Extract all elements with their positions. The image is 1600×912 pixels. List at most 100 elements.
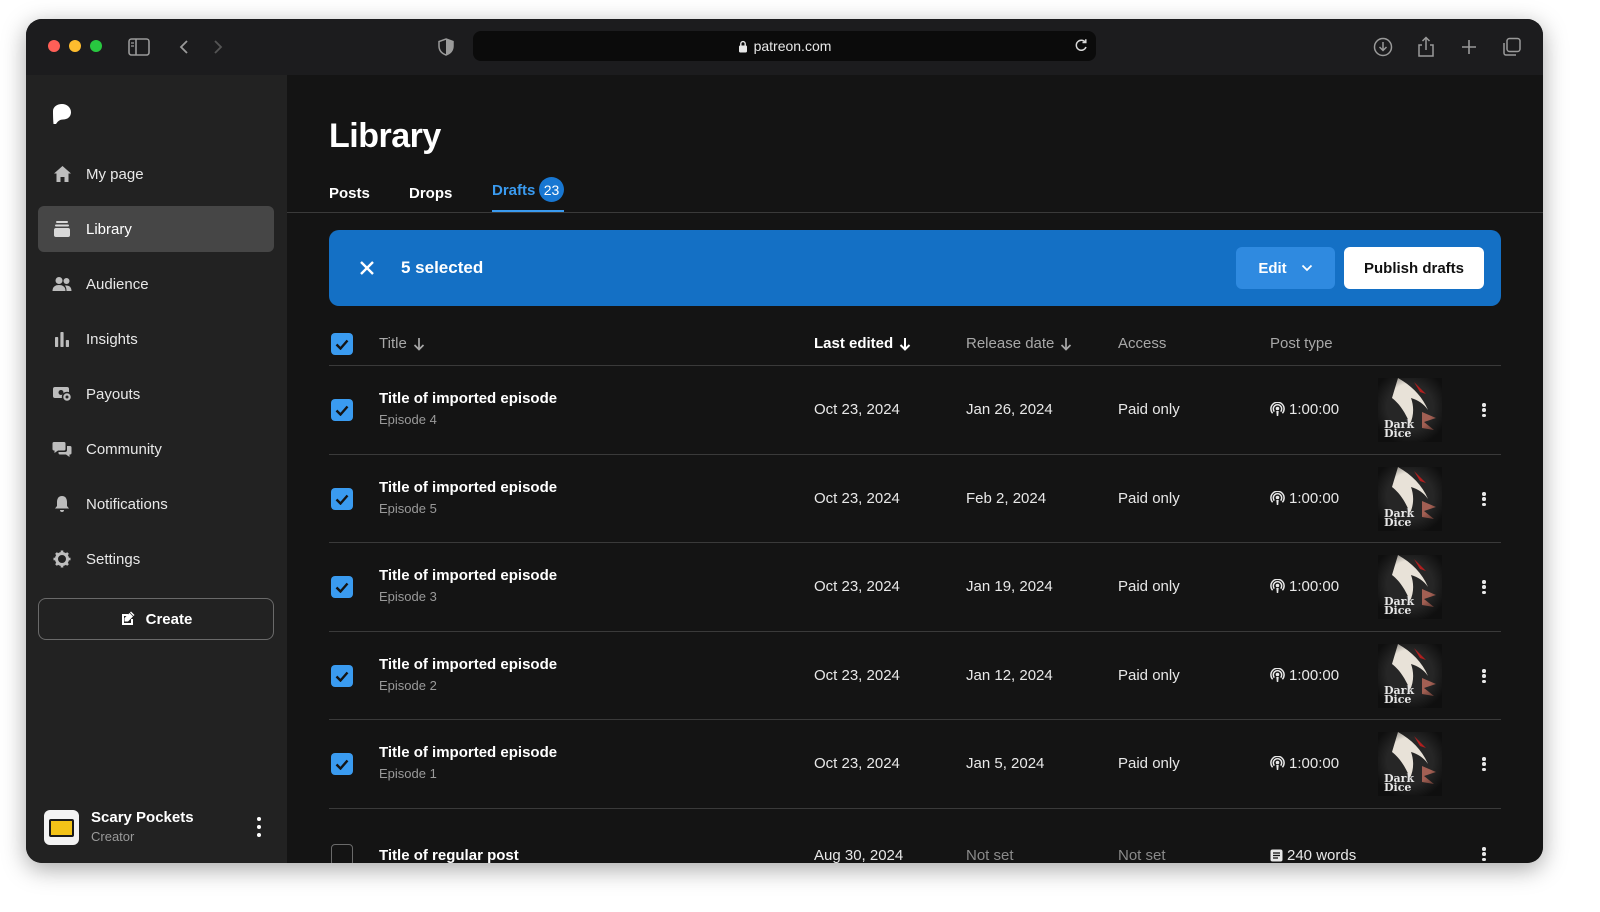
bell-icon [52, 494, 72, 514]
row-post-type-label: 1:00:00 [1289, 578, 1340, 595]
reload-icon[interactable] [1074, 38, 1088, 53]
close-window-button[interactable] [48, 40, 60, 52]
new-tab-icon[interactable] [1457, 35, 1481, 59]
address-bar[interactable]: patreon.com [473, 31, 1096, 61]
clear-selection-icon[interactable] [356, 257, 378, 279]
create-label: Create [145, 610, 193, 628]
thumbnail-label: Dark Dice [1384, 684, 1415, 706]
row-menu-icon[interactable] [1482, 580, 1486, 594]
sidebar-toggle-icon[interactable] [127, 35, 151, 59]
selection-count: 5 selected [401, 258, 484, 277]
row-menu-icon[interactable] [1482, 847, 1486, 861]
tab-overview-icon[interactable] [1500, 35, 1524, 59]
row-checkbox[interactable] [331, 488, 353, 510]
row-checkbox[interactable] [331, 665, 353, 687]
column-header-access[interactable]: Access [1118, 335, 1166, 352]
table-row[interactable]: Title of imported episode Episode 3 Oct 23… [329, 542, 1501, 630]
column-header-last-edited[interactable]: Last edited [814, 335, 911, 352]
row-subtitle: Episode 1 [379, 766, 437, 781]
sidebar-item-my-page[interactable]: My page [38, 151, 274, 197]
shield-icon[interactable] [434, 35, 458, 59]
row-access: Paid only [1118, 490, 1180, 507]
sidebar-item-settings[interactable]: Settings [38, 536, 274, 582]
forward-icon[interactable] [206, 35, 230, 59]
row-menu-icon[interactable] [1482, 403, 1486, 417]
episode-thumbnail[interactable]: Dark Dice [1378, 378, 1442, 442]
table-row[interactable]: Title of imported episode Episode 5 Oct 23… [329, 454, 1501, 542]
library-icon [52, 219, 72, 239]
row-title[interactable]: Title of imported episode [379, 390, 557, 407]
sidebar-item-label: My page [86, 165, 144, 183]
column-header-post-type[interactable]: Post type [1270, 335, 1333, 352]
sidebar-item-audience[interactable]: Audience [38, 261, 274, 307]
row-title[interactable]: Title of imported episode [379, 479, 557, 496]
column-header-release-date[interactable]: Release date [966, 335, 1072, 352]
minimize-window-button[interactable] [69, 40, 81, 52]
edit-label: Edit [1258, 259, 1287, 277]
sidebar-item-notifications[interactable]: Notifications [38, 481, 274, 527]
table-row[interactable]: Title of imported episode Episode 2 Oct 23… [329, 631, 1501, 719]
row-checkbox[interactable] [331, 399, 353, 421]
episode-thumbnail[interactable]: Dark Dice [1378, 732, 1442, 796]
row-title[interactable]: Title of regular post [379, 847, 519, 863]
edit-dropdown-button[interactable]: Edit [1236, 247, 1335, 289]
row-last-edited: Oct 23, 2024 [814, 401, 900, 418]
tab-drafts[interactable]: Drafts [492, 182, 535, 199]
tab-posts[interactable]: Posts [329, 185, 370, 202]
row-title[interactable]: Title of imported episode [379, 744, 557, 761]
row-release-date: Not set [966, 847, 1014, 863]
sidebar-item-label: Payouts [86, 385, 141, 403]
table-row[interactable]: Title of regular post Aug 30, 2024 Not set… [329, 808, 1501, 863]
tab-drops[interactable]: Drops [409, 185, 452, 202]
patreon-logo-icon[interactable] [52, 103, 72, 130]
row-access: Paid only [1118, 578, 1180, 595]
row-checkbox[interactable] [331, 844, 353, 863]
row-menu-icon[interactable] [1482, 669, 1486, 683]
profile-card[interactable]: Scary Pockets Creator [44, 809, 269, 845]
row-release-date: Jan 19, 2024 [966, 578, 1053, 595]
select-all-checkbox[interactable] [331, 333, 353, 355]
page-title: Library [329, 117, 441, 155]
row-post-type-label: 1:00:00 [1289, 755, 1340, 772]
sidebar-item-payouts[interactable]: Payouts [38, 371, 274, 417]
episode-thumbnail[interactable]: Dark Dice [1378, 644, 1442, 708]
sidebar-item-label: Community [86, 440, 162, 458]
column-header-title-label: Title [379, 335, 407, 352]
back-icon[interactable] [172, 35, 196, 59]
column-header-release-date-label: Release date [966, 335, 1055, 352]
sidebar-item-community[interactable]: Community [38, 426, 274, 472]
thumbnail-label: Dark Dice [1384, 595, 1415, 617]
sidebar-item-label: Insights [86, 330, 138, 348]
row-release-date: Jan 26, 2024 [966, 401, 1053, 418]
row-checkbox[interactable] [331, 753, 353, 775]
column-header-last-edited-label: Last edited [814, 335, 894, 352]
maximize-window-button[interactable] [90, 40, 102, 52]
share-icon[interactable] [1414, 35, 1438, 59]
row-title[interactable]: Title of imported episode [379, 567, 557, 584]
row-release-date: Jan 5, 2024 [966, 755, 1045, 772]
row-menu-icon[interactable] [1482, 757, 1486, 771]
community-icon [52, 439, 72, 459]
row-checkbox[interactable] [331, 576, 353, 598]
sidebar-item-library[interactable]: Library [38, 206, 274, 252]
episode-thumbnail[interactable]: Dark Dice [1378, 467, 1442, 531]
sidebar-item-insights[interactable]: Insights [38, 316, 274, 362]
drafts-count-badge: 23 [539, 177, 564, 202]
row-post-type: 1:00:00 [1270, 578, 1339, 595]
profile-menu-icon[interactable] [255, 817, 263, 837]
column-header-title[interactable]: Title [379, 335, 425, 352]
create-button[interactable]: Create [38, 598, 274, 640]
table-row[interactable]: Title of imported episode Episode 1 Oct 23… [329, 719, 1501, 807]
row-title[interactable]: Title of imported episode [379, 656, 557, 673]
publish-drafts-button[interactable]: Publish drafts [1344, 247, 1484, 289]
episode-thumbnail[interactable]: Dark Dice [1378, 555, 1442, 619]
download-icon[interactable] [1371, 35, 1395, 59]
row-menu-icon[interactable] [1482, 492, 1486, 506]
url-text: patreon.com [753, 38, 832, 54]
sort-arrow-down-icon [1060, 337, 1072, 351]
gear-icon [52, 549, 72, 569]
browser-toolbar: patreon.com [26, 19, 1543, 75]
table-row[interactable]: Title of imported episode Episode 4 Oct 23… [329, 365, 1501, 453]
audio-icon [1270, 756, 1285, 771]
row-last-edited: Aug 30, 2024 [814, 847, 904, 863]
